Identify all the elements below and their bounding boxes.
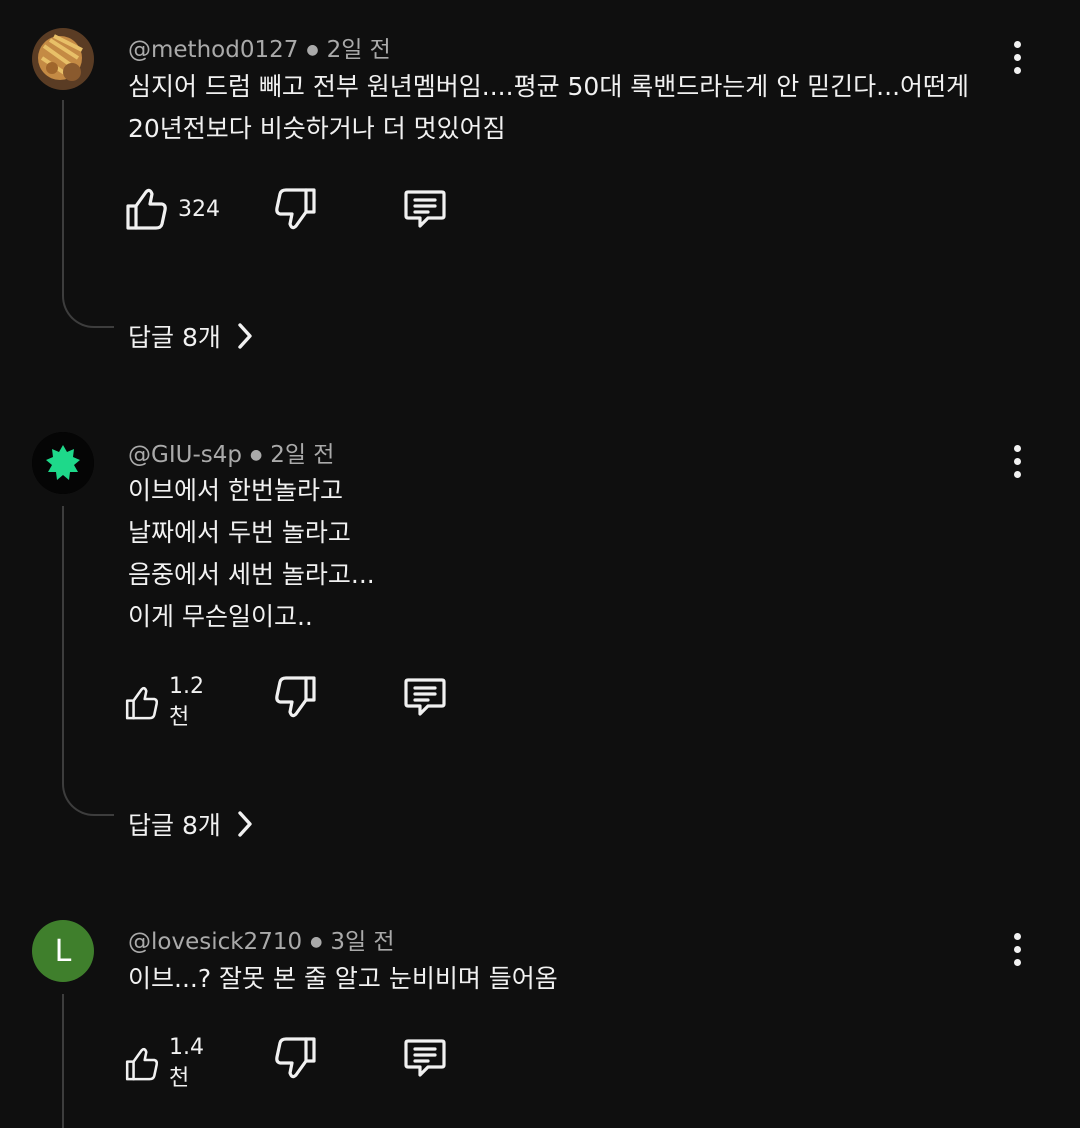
reply-button[interactable] bbox=[402, 186, 448, 232]
comment-meta: @lovesick2710 ● 3일 전 bbox=[128, 929, 395, 955]
chevron-right-icon bbox=[238, 811, 252, 837]
comment-text: 이브...? 잘못 본 줄 알고 눈비비며 들어옴 bbox=[128, 964, 558, 993]
thumbs-down-icon bbox=[275, 188, 316, 230]
like-button[interactable]: 1.4천 bbox=[124, 1035, 213, 1092]
like-count: 1.2천 bbox=[169, 674, 205, 730]
comment-time: 2일 전 bbox=[326, 37, 391, 63]
thumbs-up-icon bbox=[125, 686, 159, 719]
more-vertical-icon bbox=[1013, 444, 1021, 452]
reply-comment-icon bbox=[404, 1039, 446, 1077]
comment-author[interactable]: @method0127 bbox=[128, 37, 298, 63]
comment-meta: @method0127 ● 2일 전 bbox=[128, 37, 391, 63]
thumbs-down-icon bbox=[275, 1037, 316, 1079]
dislike-button[interactable] bbox=[274, 186, 318, 232]
comment-time: 2일 전 bbox=[270, 442, 335, 468]
comment-time: 3일 전 bbox=[330, 929, 395, 955]
chevron-right-icon bbox=[238, 323, 252, 349]
like-count: 1.4천 bbox=[169, 1035, 205, 1091]
more-vertical-icon bbox=[1013, 932, 1021, 940]
avatar[interactable]: L bbox=[32, 920, 94, 982]
avatar[interactable] bbox=[32, 432, 94, 494]
comment-author[interactable]: @lovesick2710 bbox=[128, 929, 302, 955]
comment-text: 심지어 드럼 빼고 전부 원년멤버임....평균 50대 록밴드라는게 안 믿긴… bbox=[128, 72, 970, 143]
dislike-button[interactable] bbox=[274, 674, 318, 720]
comment-meta: @GIU-s4p ● 2일 전 bbox=[128, 442, 335, 468]
view-replies-button[interactable]: 답글 8개 bbox=[128, 806, 255, 842]
reply-comment-icon bbox=[404, 190, 446, 228]
reply-button[interactable] bbox=[402, 1035, 448, 1081]
like-button[interactable]: 1.2천 bbox=[124, 674, 213, 731]
like-button[interactable]: 324 bbox=[124, 186, 220, 232]
view-replies-button[interactable]: 답글 8개 bbox=[128, 318, 255, 354]
replies-label: 답글 8개 bbox=[128, 323, 221, 352]
thumbs-up-icon bbox=[125, 1047, 159, 1080]
avatar[interactable] bbox=[32, 28, 94, 90]
reply-comment-icon bbox=[404, 678, 446, 716]
comment-text: 이브에서 한번놀라고 날짜에서 두번 놀라고 음중에서 세번 놀라고... 이게… bbox=[128, 476, 375, 631]
replies-label: 답글 8개 bbox=[128, 811, 221, 840]
thumbs-down-icon bbox=[275, 676, 316, 718]
dislike-button[interactable] bbox=[274, 1035, 318, 1081]
more-vertical-icon bbox=[1013, 40, 1021, 48]
reply-button[interactable] bbox=[402, 674, 448, 720]
thumbs-up-icon bbox=[126, 188, 167, 230]
avatar-letter: L bbox=[54, 933, 72, 969]
comment-author[interactable]: @GIU-s4p bbox=[128, 442, 242, 468]
like-count: 324 bbox=[178, 196, 220, 222]
